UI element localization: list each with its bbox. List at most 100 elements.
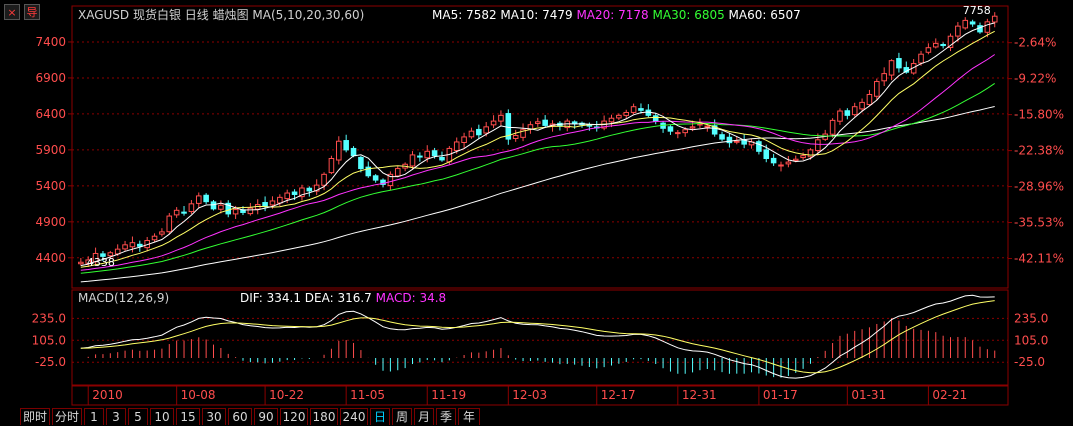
close-icon[interactable]: × (4, 4, 20, 20)
candle-up[interactable] (851, 106, 858, 116)
period-tab[interactable]: 30 (202, 408, 226, 425)
period-tab[interactable]: 180 (310, 408, 338, 425)
period-tab[interactable]: 240 (340, 408, 368, 425)
period-tab[interactable]: 即时 (20, 408, 50, 425)
candle-up[interactable] (129, 242, 136, 248)
period-tab[interactable]: 日 (370, 408, 390, 425)
candle-down[interactable] (372, 175, 379, 181)
candle-up[interactable] (490, 120, 497, 126)
candle-up[interactable] (321, 173, 327, 186)
candle-up[interactable] (778, 164, 784, 167)
candle-down[interactable] (719, 134, 725, 140)
candle-down[interactable] (137, 243, 143, 247)
period-tab[interactable]: 10 (150, 408, 174, 425)
candle-up[interactable] (483, 126, 489, 134)
candle-down[interactable] (667, 126, 674, 132)
candle-down[interactable] (358, 156, 364, 170)
period-tab[interactable]: 120 (280, 408, 308, 425)
candle-down[interactable] (940, 44, 946, 47)
candle-up[interactable] (866, 93, 873, 106)
navigation-icon[interactable]: 导 (24, 4, 40, 20)
period-tab[interactable]: 分时 (52, 408, 82, 425)
candle-up[interactable] (336, 140, 342, 161)
candle-up[interactable] (78, 261, 84, 265)
candle-down[interactable] (638, 108, 644, 111)
candle-down[interactable] (756, 141, 762, 152)
candle-up[interactable] (874, 81, 880, 97)
candle-up[interactable] (461, 136, 467, 143)
candle-up[interactable] (173, 209, 180, 216)
candle-down[interactable] (181, 211, 187, 214)
candle-up[interactable] (829, 119, 836, 135)
candle-up[interactable] (122, 244, 128, 250)
candle-up[interactable] (785, 161, 792, 165)
candle-up[interactable] (697, 123, 703, 126)
candle-up[interactable] (107, 252, 114, 257)
candle-up[interactable] (881, 73, 887, 82)
candle-up[interactable] (498, 114, 504, 122)
candle-up[interactable] (512, 134, 519, 140)
period-tab[interactable]: 季 (436, 408, 456, 425)
candle-up[interactable] (409, 154, 416, 167)
candle-down[interactable] (763, 149, 770, 160)
candle-up[interactable] (269, 200, 276, 206)
candle-up[interactable] (815, 139, 821, 152)
candle-up[interactable] (623, 111, 630, 116)
period-tab[interactable]: 周 (392, 408, 412, 425)
candle-up[interactable] (962, 19, 969, 29)
candle-up[interactable] (535, 121, 541, 124)
candle-down[interactable] (431, 150, 438, 157)
candle-up[interactable] (453, 141, 460, 151)
candle-up[interactable] (608, 117, 615, 123)
candle-up[interactable] (733, 140, 740, 143)
period-tab[interactable]: 5 (128, 408, 148, 425)
candle-up[interactable] (918, 53, 924, 64)
period-tab[interactable]: 年 (458, 408, 480, 425)
candle-up[interactable] (151, 235, 158, 241)
candle-down[interactable] (770, 157, 777, 164)
candle-up[interactable] (616, 114, 622, 119)
candle-up[interactable] (807, 149, 814, 158)
candle-down[interactable] (203, 194, 209, 203)
candle-down[interactable] (476, 128, 482, 136)
candle-up[interactable] (188, 203, 195, 213)
period-tab[interactable]: 15 (176, 408, 200, 425)
candle-up[interactable] (424, 150, 431, 159)
candle-down[interactable] (306, 187, 313, 192)
candle-up[interactable] (704, 125, 711, 128)
candle-up[interactable] (247, 207, 254, 215)
candle-down[interactable] (844, 110, 851, 116)
candle-up[interactable] (468, 130, 475, 138)
candle-up[interactable] (991, 15, 998, 23)
candle-down[interactable] (262, 202, 268, 207)
period-tab[interactable]: 1 (84, 408, 104, 425)
period-tab[interactable]: 60 (228, 408, 252, 425)
candle-up[interactable] (837, 110, 843, 122)
candle-up[interactable] (630, 106, 637, 113)
chart-canvas[interactable]: 4400 4900 5400 5900 6400 6900 7400 -2.64% -9.22%… (0, 0, 1073, 426)
candle-up[interactable] (675, 132, 681, 135)
candle-down[interactable] (969, 21, 976, 25)
candle-down[interactable] (439, 156, 445, 161)
candle-up[interactable] (800, 155, 806, 159)
candle-up[interactable] (394, 168, 401, 177)
candle-down[interactable] (896, 58, 902, 69)
candle-up[interactable] (682, 129, 688, 134)
candle-down[interactable] (350, 147, 357, 157)
candle-down[interactable] (291, 191, 298, 195)
period-tab[interactable]: 3 (106, 408, 126, 425)
candle-up[interactable] (159, 231, 165, 235)
candle-down[interactable] (652, 115, 659, 122)
candle-up[interactable] (195, 195, 202, 204)
candle-down[interactable] (210, 201, 217, 210)
candle-up[interactable] (218, 204, 224, 210)
candle-up[interactable] (284, 192, 290, 200)
candle-up[interactable] (277, 196, 283, 204)
candle-up[interactable] (859, 101, 865, 110)
candle-up[interactable] (932, 42, 939, 48)
candle-down[interactable] (417, 155, 423, 158)
candle-down[interactable] (542, 119, 548, 126)
period-tab[interactable]: 90 (254, 408, 278, 425)
candle-up[interactable] (328, 158, 335, 174)
candle-down[interactable] (343, 140, 349, 151)
